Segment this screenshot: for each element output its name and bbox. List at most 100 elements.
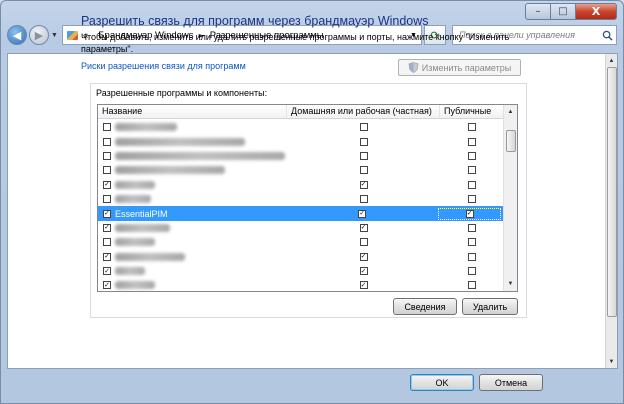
program-enabled-checkbox[interactable]: ✓ (103, 180, 111, 189)
public-network-cell (440, 166, 503, 175)
home-network-checkbox[interactable]: ✓ (358, 209, 367, 218)
blurred-program-name (115, 267, 145, 276)
list-scroll-up-icon[interactable]: ▲ (504, 105, 517, 119)
back-button[interactable]: ◀ (7, 25, 27, 45)
scroll-up-icon[interactable]: ▲ (606, 54, 617, 67)
program-enabled-checkbox[interactable] (103, 166, 111, 175)
table-row[interactable] (98, 120, 503, 134)
table-row[interactable]: ✓ ✓ (98, 250, 503, 264)
program-enabled-checkbox[interactable] (103, 238, 111, 247)
public-network-checkbox[interactable] (467, 123, 476, 132)
home-network-checkbox[interactable] (359, 166, 368, 175)
details-button[interactable]: Сведения (393, 298, 457, 315)
remove-button[interactable]: Удалить (462, 298, 518, 315)
program-enabled-checkbox[interactable]: ✓ (103, 209, 111, 218)
home-network-cell: ✓ (287, 252, 440, 261)
column-header-name[interactable]: Название (98, 105, 287, 119)
home-network-checkbox[interactable] (359, 123, 368, 132)
home-network-cell: ✓ (287, 180, 440, 189)
recent-pages-dropdown[interactable]: ▼ (50, 32, 59, 39)
group-label: Разрешенные программы и компоненты: (96, 88, 268, 98)
home-network-cell (287, 238, 440, 247)
program-enabled-checkbox[interactable] (103, 195, 111, 204)
table-row[interactable] (98, 192, 503, 206)
program-name-cell: ✓ (98, 180, 287, 189)
public-network-cell (440, 151, 503, 160)
home-network-cell: ✓ (287, 267, 440, 276)
program-enabled-checkbox[interactable] (103, 137, 111, 146)
scroll-down-icon[interactable]: ▼ (606, 355, 617, 368)
program-name: EssentialPIM (115, 208, 168, 219)
column-header-home[interactable]: Домашняя или рабочая (частная) (287, 105, 440, 119)
list-scroll-thumb[interactable] (506, 130, 516, 152)
program-name-cell: ✓ (98, 281, 287, 290)
uac-shield-icon (408, 62, 419, 73)
table-row[interactable]: ✓ ✓ (98, 221, 503, 235)
public-network-cell (440, 223, 503, 232)
home-network-checkbox[interactable] (359, 195, 368, 204)
list-rows: ✓✓✓EssentialPIM✓✓✓✓✓✓✓✓✓✓✓✓ (98, 120, 503, 291)
home-network-cell (287, 123, 440, 132)
program-enabled-checkbox[interactable]: ✓ (103, 267, 111, 276)
table-row[interactable] (98, 134, 503, 148)
list-header: Название Домашняя или рабочая (частная) … (98, 105, 503, 119)
home-network-checkbox[interactable]: ✓ (359, 252, 368, 261)
scroll-thumb[interactable] (607, 67, 617, 317)
forward-button[interactable]: ▶ (29, 25, 49, 45)
home-network-checkbox[interactable]: ✓ (359, 223, 368, 232)
table-row[interactable]: ✓ ✓ (98, 278, 503, 291)
home-network-checkbox[interactable] (359, 238, 368, 247)
blurred-program-name (115, 166, 225, 175)
minimize-button[interactable]: – (525, 3, 550, 20)
program-enabled-checkbox[interactable]: ✓ (103, 252, 111, 261)
ok-button[interactable]: OK (410, 374, 474, 391)
content-scrollbar[interactable]: ▲ ▼ (605, 54, 617, 368)
public-network-checkbox[interactable] (467, 195, 476, 204)
public-network-checkbox[interactable] (467, 166, 476, 175)
close-button[interactable]: X (575, 3, 617, 20)
program-enabled-checkbox[interactable] (103, 151, 111, 160)
program-name-cell: ✓ (98, 267, 287, 276)
program-enabled-checkbox[interactable] (103, 123, 111, 132)
change-settings-button[interactable]: Изменить параметры (398, 59, 521, 76)
risk-link[interactable]: Риски разрешения связи для программ (81, 61, 246, 71)
home-network-checkbox[interactable]: ✓ (359, 267, 368, 276)
program-enabled-checkbox[interactable]: ✓ (103, 281, 111, 290)
allowed-programs-list[interactable]: Название Домашняя или рабочая (частная) … (97, 104, 518, 292)
program-enabled-checkbox[interactable]: ✓ (103, 223, 111, 232)
column-header-public[interactable]: Публичные (440, 105, 503, 119)
table-row[interactable]: ✓ ✓ (98, 264, 503, 278)
program-name-cell (98, 123, 287, 132)
public-network-checkbox[interactable] (467, 223, 476, 232)
public-network-checkbox[interactable] (467, 180, 476, 189)
home-network-checkbox[interactable]: ✓ (359, 180, 368, 189)
table-row[interactable] (98, 235, 503, 249)
blurred-program-name (115, 195, 151, 204)
public-network-checkbox[interactable] (467, 238, 476, 247)
public-network-cell (440, 123, 503, 132)
blurred-program-name (115, 151, 285, 160)
public-network-checkbox[interactable] (467, 252, 476, 261)
public-network-checkbox[interactable] (467, 137, 476, 146)
public-network-checkbox[interactable] (467, 267, 476, 276)
public-network-cell (440, 195, 503, 204)
table-row[interactable] (98, 149, 503, 163)
public-network-checkbox[interactable]: ✓ (465, 209, 474, 218)
public-network-checkbox[interactable] (467, 151, 476, 160)
table-row[interactable]: ✓ EssentialPIM ✓ ✓ (98, 206, 503, 221)
search-icon[interactable] (598, 30, 616, 41)
public-network-cell (440, 180, 503, 189)
cancel-button[interactable]: Отмена (479, 374, 543, 391)
home-network-checkbox[interactable]: ✓ (359, 281, 368, 290)
public-network-checkbox[interactable] (467, 281, 476, 290)
table-row[interactable]: ✓ ✓ (98, 178, 503, 192)
home-network-checkbox[interactable] (359, 151, 368, 160)
table-row[interactable] (98, 163, 503, 177)
back-arrow-icon: ◀ (12, 28, 22, 42)
list-scroll-down-icon[interactable]: ▼ (504, 277, 517, 291)
list-scrollbar[interactable]: ▲ ▼ (503, 105, 517, 291)
home-network-checkbox[interactable] (359, 137, 368, 146)
program-name-cell (98, 195, 287, 204)
maximize-button[interactable]: □ (550, 3, 575, 20)
home-network-cell (287, 137, 440, 146)
